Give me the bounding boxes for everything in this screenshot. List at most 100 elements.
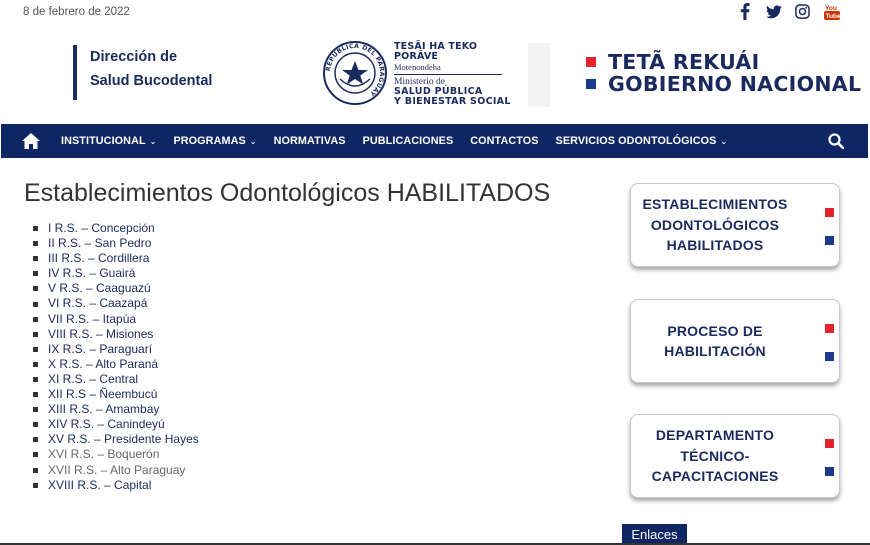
list-item: XIII R.S. – Amambay xyxy=(33,402,199,417)
region-link[interactable]: IX R.S. – Paraguarí xyxy=(48,342,152,357)
bullet-icon xyxy=(33,392,38,398)
region-link[interactable]: X R.S. – Alto Paraná xyxy=(48,357,158,372)
home-icon[interactable] xyxy=(1,124,61,158)
bullet-icon xyxy=(33,437,38,443)
nav-label: CONTACTOS xyxy=(470,135,539,147)
nav-programas[interactable]: PROGRAMAS ⌄ xyxy=(173,135,256,147)
bullet-icon xyxy=(33,226,38,232)
brand-line-1: Dirección de xyxy=(90,49,178,65)
search-icon[interactable] xyxy=(828,133,845,150)
region-link[interactable]: VII R.S. – Itapúa xyxy=(48,312,136,327)
social-links: You Tube xyxy=(736,3,840,20)
region-list: I R.S. – Concepción II R.S. – San Pedro II… xyxy=(33,221,199,493)
region-link[interactable]: III R.S. – Cordillera xyxy=(48,251,149,266)
blue-square-icon xyxy=(825,467,834,476)
card-proceso-habilitacion[interactable]: PROCESO DE HABILITACIÓN xyxy=(630,299,840,383)
card-line: HABILITACIÓN xyxy=(664,343,766,359)
bullet-icon xyxy=(33,376,38,382)
card-line: PROCESO DE xyxy=(667,322,763,339)
list-item: XVII R.S. – Alto Paraguay xyxy=(33,463,199,478)
region-link[interactable]: XVI R.S. – Boquerón xyxy=(48,447,159,462)
region-link[interactable]: II R.S. – San Pedro xyxy=(48,236,151,251)
youtube-icon[interactable]: You Tube xyxy=(823,3,840,20)
bullet-icon xyxy=(33,241,38,247)
region-link[interactable]: VI R.S. – Caazapá xyxy=(48,296,147,311)
region-link[interactable]: XIV R.S. – Canindeyú xyxy=(48,417,165,432)
region-link[interactable]: XI R.S. – Central xyxy=(48,372,138,387)
nav-publicaciones[interactable]: PUBLICACIONES xyxy=(363,135,454,147)
gov-line-2: GOBIERNO NACIONAL xyxy=(608,72,862,96)
red-square-icon xyxy=(825,439,834,448)
list-item: XII R.S – Ñeembucú xyxy=(33,387,199,402)
chevron-down-icon: ⌄ xyxy=(249,136,257,146)
bullet-icon xyxy=(33,271,38,277)
region-link[interactable]: IV R.S. – Guairá xyxy=(48,266,135,281)
blue-square-icon xyxy=(825,236,834,245)
list-item: XV R.S. – Presidente Hayes xyxy=(33,432,199,447)
top-bar: 8 de febrero de 2022 You Tube xyxy=(0,0,870,24)
region-link[interactable]: XII R.S – Ñeembucú xyxy=(48,387,157,402)
list-item: VIII R.S. – Misiones xyxy=(33,327,199,342)
region-link[interactable]: V R.S. – Caaguazú xyxy=(48,281,151,296)
site-brand[interactable]: Dirección de Salud Bucodental xyxy=(73,45,212,100)
bullet-icon xyxy=(33,286,38,292)
facebook-icon[interactable] xyxy=(736,3,753,20)
list-item: VI R.S. – Caazapá xyxy=(33,296,199,311)
main-nav: INSTITUCIONAL ⌄ PROGRAMAS ⌄ NORMATIVAS PUB… xyxy=(1,124,868,158)
brand-line-2: Salud Bucodental xyxy=(90,73,213,89)
bullet-icon xyxy=(33,346,38,352)
region-link[interactable]: VIII R.S. – Misiones xyxy=(48,327,153,342)
nav-servicios-odontologicos[interactable]: SERVICIOS ODONTOLÓGICOS ⌄ xyxy=(556,135,728,147)
blue-square-icon xyxy=(586,79,596,89)
nav-label: PROGRAMAS xyxy=(173,135,246,147)
nav-normativas[interactable]: NORMATIVAS xyxy=(274,135,346,147)
card-line: ESTABLECIMIENTOS xyxy=(642,196,788,213)
nav-label: PUBLICACIONES xyxy=(362,135,454,147)
twitter-icon[interactable] xyxy=(765,3,782,20)
list-item: XIV R.S. – Canindeyú xyxy=(33,417,199,432)
card-establecimientos-habilitados[interactable]: ESTABLECIMIENTOS ODONTOLÓGICOS HABILITAD… xyxy=(630,183,840,267)
svg-text:You: You xyxy=(825,5,837,12)
nav-label: SERVICIOS ODONTOLÓGICOS xyxy=(555,135,717,147)
paraguay-seal-icon: REPÚBLICA DEL PARAGUAY xyxy=(323,41,387,105)
nav-label: NORMATIVAS xyxy=(273,135,346,147)
chevron-down-icon: ⌄ xyxy=(149,136,157,146)
ministry-name: TESÃI HA TEKO PORÃVE Motenondeha Ministe… xyxy=(394,42,534,107)
bullet-icon xyxy=(33,467,38,473)
red-square-icon xyxy=(825,324,834,333)
card-line: HABILITADOS xyxy=(666,237,764,254)
bullet-icon xyxy=(33,407,38,413)
bullet-icon xyxy=(33,331,38,337)
list-item: IX R.S. – Paraguarí xyxy=(33,342,199,357)
bullet-icon xyxy=(33,301,38,307)
instagram-icon[interactable] xyxy=(794,3,811,20)
region-link[interactable]: XVIII R.S. – Capital xyxy=(48,478,151,493)
blue-square-icon xyxy=(825,352,834,361)
list-item: IV R.S. – Guairá xyxy=(33,266,199,281)
list-item: VII R.S. – Itapúa xyxy=(33,312,199,327)
list-item: III R.S. – Cordillera xyxy=(33,251,199,266)
bullet-icon xyxy=(33,316,38,322)
svg-text:Tube: Tube xyxy=(825,13,839,20)
chevron-down-icon: ⌄ xyxy=(720,136,728,146)
region-link[interactable]: XVII R.S. – Alto Paraguay xyxy=(48,463,185,478)
list-item: XI R.S. – Central xyxy=(33,372,199,387)
card-line: CAPACITACIONES xyxy=(651,468,779,485)
card-departamento-tecnico[interactable]: DEPARTAMENTO TÉCNICO- CAPACITACIONES xyxy=(630,414,840,498)
list-item: X R.S. – Alto Paraná xyxy=(33,357,199,372)
card-line: TÉCNICO- xyxy=(680,447,750,464)
nav-institucional[interactable]: INSTITUCIONAL ⌄ xyxy=(61,135,156,147)
gov-line-1: TETÃ REKUÁI xyxy=(608,50,760,74)
page-title: Establecimientos Odontológicos HABILITAD… xyxy=(24,179,551,207)
red-square-icon xyxy=(586,57,596,67)
enlaces-heading: Enlaces xyxy=(622,524,687,545)
government-logo[interactable]: TETÃ REKUÁI GOBIERNO NACIONAL xyxy=(586,50,862,96)
current-date: 8 de febrero de 2022 xyxy=(23,6,130,18)
bullet-icon xyxy=(33,361,38,367)
nav-contactos[interactable]: CONTACTOS xyxy=(470,135,538,147)
bullet-icon xyxy=(33,482,38,488)
region-link[interactable]: XV R.S. – Presidente Hayes xyxy=(48,432,199,447)
region-link[interactable]: XIII R.S. – Amambay xyxy=(48,402,159,417)
card-line: DEPARTAMENTO xyxy=(655,427,775,444)
region-link[interactable]: I R.S. – Concepción xyxy=(48,221,155,236)
